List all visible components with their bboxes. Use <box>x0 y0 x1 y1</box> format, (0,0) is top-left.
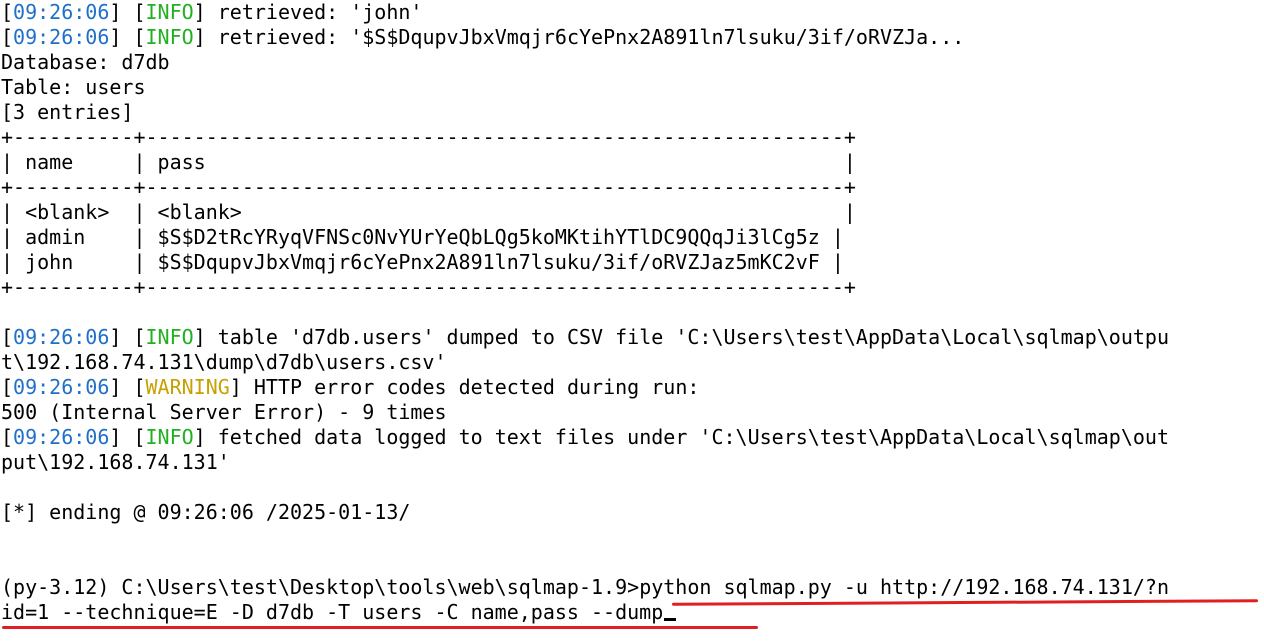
log-line-warning: [09:26:06] [WARNING] HTTP error codes de… <box>1 375 700 399</box>
log-level-info: INFO <box>145 325 194 349</box>
table-border-mid: +----------+----------------------------… <box>1 175 856 199</box>
timestamp: 09:26:06 <box>13 375 110 399</box>
log-level-info: INFO <box>145 25 194 49</box>
command-line[interactable]: (py-3.12) C:\Users\test\Desktop\tools\we… <box>1 575 1169 600</box>
annotation-underline <box>2 626 758 629</box>
shell-prompt: (py-3.12) C:\Users\test\Desktop\tools\we… <box>1 575 640 599</box>
log-message: fetched data logged to text files under … <box>205 425 1169 449</box>
table-row: | <blank> | <blank> | <box>1 200 856 224</box>
log-line-csv-dump-cont: t\192.168.74.131\dump\d7db\users.csv' <box>1 350 447 374</box>
ending-line: [*] ending @ 09:26:06 /2025-01-13/ <box>1 500 411 524</box>
log-line-retrieved-john: [09:26:06] [INFO] retrieved: 'john' <box>1 0 423 24</box>
log-message: retrieved: '$S$DqupvJbxVmqjr6cYePnx2A891… <box>205 25 965 49</box>
annotation-underline <box>671 599 1259 606</box>
log-line-fetched-cont: put\192.168.74.131' <box>1 450 230 474</box>
log-level-info: INFO <box>145 425 194 449</box>
log-line-retrieved-hash: [09:26:06] [INFO] retrieved: '$S$DqupvJb… <box>1 25 965 49</box>
table-row: | admin | $S$D2tRcYRyqVFNSc0NvYUrYeQbLQg… <box>1 225 844 249</box>
table-header-row: | name | pass | <box>1 150 856 174</box>
timestamp: 09:26:06 <box>13 325 110 349</box>
log-line-fetched: [09:26:06] [INFO] fetched data logged to… <box>1 425 1169 449</box>
timestamp: 09:26:06 <box>13 0 110 24</box>
timestamp: 09:26:06 <box>13 425 110 449</box>
log-line-csv-dump: [09:26:06] [INFO] table 'd7db.users' dum… <box>1 325 1169 349</box>
log-level-info: INFO <box>145 0 194 24</box>
database-label: Database: d7db <box>1 50 170 74</box>
timestamp: 09:26:06 <box>13 25 110 49</box>
terminal-window[interactable]: [09:26:06] [INFO] retrieved: 'john' [09:… <box>0 0 1264 642</box>
log-message: table 'd7db.users' dumped to CSV file 'C… <box>205 325 1169 349</box>
log-level-warning: WARNING <box>145 375 230 399</box>
command-text[interactable]: python sqlmap.py -u http://192.168.74.13… <box>639 575 1169 599</box>
table-label: Table: users <box>1 75 146 99</box>
log-line-warning-cont: 500 (Internal Server Error) - 9 times <box>1 400 447 424</box>
table-row: | john | $S$DqupvJbxVmqjr6cYePnx2A891ln7… <box>1 250 844 274</box>
command-text-cont[interactable]: id=1 --technique=E -D d7db -T users -C n… <box>1 600 663 624</box>
text-cursor <box>664 618 677 621</box>
entries-count: [3 entries] <box>1 100 134 124</box>
table-border-top: +----------+----------------------------… <box>1 125 856 149</box>
table-border-bottom: +----------+----------------------------… <box>1 275 856 299</box>
log-message: HTTP error codes detected during run: <box>241 375 700 399</box>
command-line-cont[interactable]: id=1 --technique=E -D d7db -T users -C n… <box>1 600 677 625</box>
log-message: retrieved: 'john' <box>205 0 423 24</box>
